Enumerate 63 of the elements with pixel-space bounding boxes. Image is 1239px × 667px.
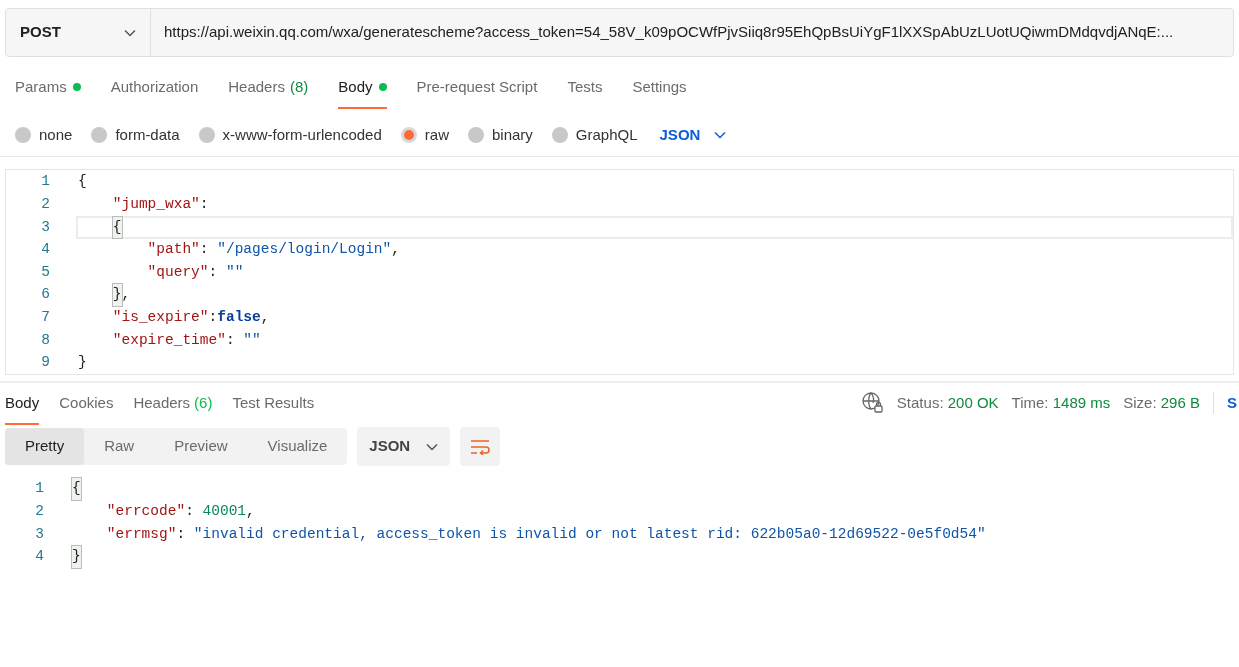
code-line: { (77, 172, 88, 192)
request-tab[interactable]: Settings (632, 76, 687, 109)
line-number: 4 (40, 240, 51, 260)
radio-option[interactable]: x-www-form-urlencoded (198, 123, 382, 147)
view-mode-tab[interactable]: Preview (154, 428, 248, 465)
line-number: 3 (40, 217, 51, 237)
format-dropdown[interactable]: JSON (357, 427, 451, 466)
globe-lock-icon (861, 392, 884, 415)
response-tab[interactable]: Headers (6) (133, 392, 213, 425)
response-stat: Size: 296 B (1123, 393, 1200, 413)
request-tab[interactable]: Params (15, 76, 81, 109)
radio-button[interactable] (198, 127, 215, 143)
caret-icon (426, 442, 439, 451)
line-number: 1 (34, 479, 45, 499)
line-number: 7 (40, 308, 51, 327)
code-line: } (77, 353, 88, 373)
response-tab[interactable]: Body (5, 392, 40, 425)
response-stat: Time: 1489 ms (1011, 393, 1111, 413)
save-response-link[interactable]: S (1227, 392, 1239, 415)
caret-icon (714, 131, 727, 139)
radio-option[interactable]: form-data (91, 123, 180, 147)
line-number: 5 (40, 262, 51, 282)
radio-option[interactable]: GraphQL (551, 123, 638, 147)
line-number: 3 (34, 524, 45, 544)
radio-option[interactable]: none (15, 123, 73, 147)
radio-button[interactable] (467, 127, 484, 143)
radio-button[interactable] (400, 127, 417, 143)
code-line: "is_expire":false, (111, 308, 271, 327)
view-mode-tab[interactable]: Pretty (5, 428, 85, 465)
radio-button[interactable] (15, 127, 31, 143)
radio-button[interactable] (91, 127, 108, 143)
request-tab[interactable]: Tests (567, 76, 603, 109)
code-line: "jump_wxa": (111, 195, 210, 214)
line-number: 9 (40, 353, 51, 373)
view-mode-tab[interactable]: Raw (84, 428, 155, 465)
line-number: 6 (40, 285, 51, 305)
code-line: "expire_time": "" (111, 330, 262, 350)
radio-option[interactable]: binary (467, 123, 533, 147)
line-number: 2 (34, 502, 45, 521)
code-line: "errcode": 40001, (105, 502, 256, 521)
response-stat: Status: 200 OK (896, 393, 999, 413)
request-tab[interactable]: Authorization (110, 76, 199, 109)
request-tab[interactable]: Headers (8) (228, 76, 309, 109)
request-tab[interactable]: Pre-request Script (416, 76, 538, 109)
line-number: 1 (40, 172, 51, 192)
request-tab[interactable]: Body (338, 76, 387, 109)
wrap-lines-icon (470, 438, 491, 455)
response-tab[interactable]: Test Results (232, 392, 315, 425)
code-line: "query": "" (146, 262, 245, 282)
line-number: 2 (40, 195, 51, 214)
code-line: { (70, 478, 1239, 501)
code-line: }, (76, 283, 1233, 307)
view-mode-tab[interactable]: Visualize (247, 428, 348, 465)
line-number: 8 (40, 330, 51, 350)
wrap-lines-button[interactable] (460, 427, 501, 466)
code-line: "errmsg": "invalid credential, access_token is invalid or not latest rid: 622b05a0-12d69522-0e5f0d54" (105, 524, 987, 544)
code-line: } (70, 545, 1239, 569)
code-line: "path": "/pages/login/Login", (146, 240, 401, 260)
radio-button[interactable] (551, 127, 568, 143)
line-number: 4 (34, 547, 45, 567)
format-dropdown[interactable]: JSON (659, 123, 727, 147)
response-tab[interactable]: Cookies (59, 392, 114, 425)
radio-option[interactable]: raw (400, 123, 449, 147)
